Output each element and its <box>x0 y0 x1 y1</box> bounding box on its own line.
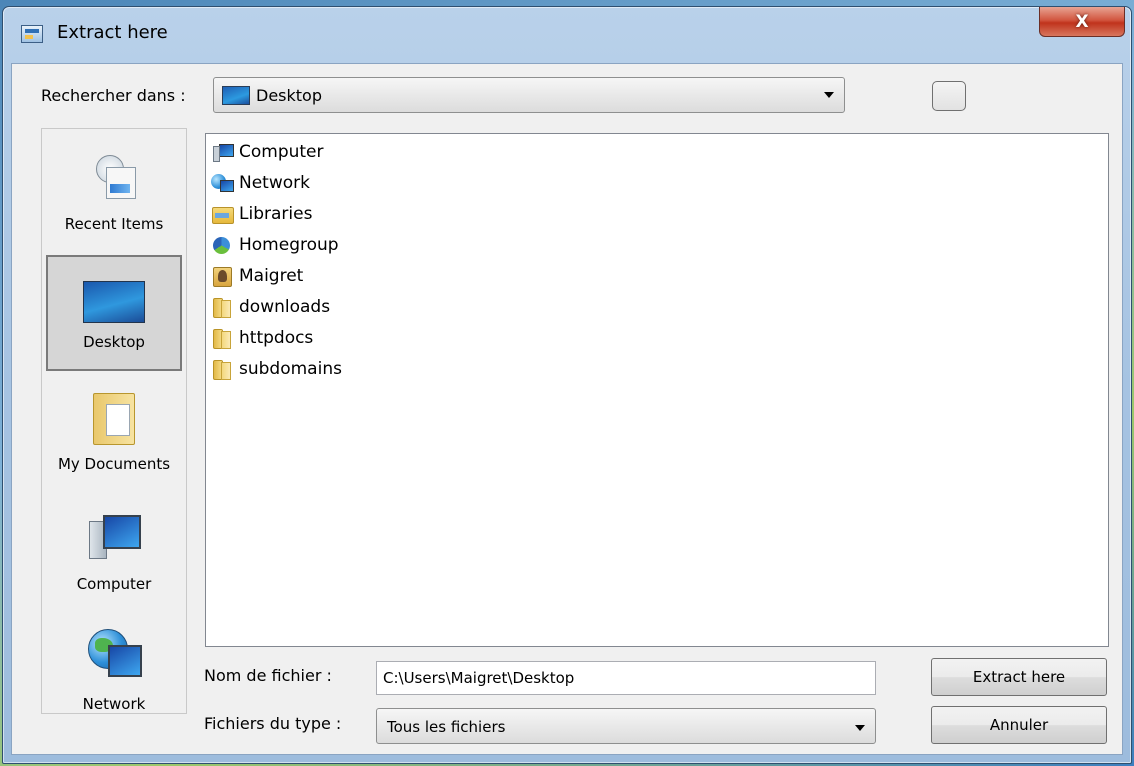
desktop-icon <box>222 86 250 105</box>
window-app-icon <box>21 25 43 43</box>
place-label: Network <box>82 695 146 713</box>
list-item[interactable]: Network <box>211 169 310 197</box>
place-label: Desktop <box>83 333 145 351</box>
file-list[interactable]: Computer Network Libraries Homegroup Mai… <box>205 133 1109 647</box>
chevron-down-icon <box>824 92 834 98</box>
file-type-value: Tous les fichiers <box>387 718 506 736</box>
window-title: Extract here <box>57 22 168 43</box>
file-name: httpdocs <box>239 328 314 348</box>
libraries-icon <box>211 204 234 224</box>
list-item[interactable]: Maigret <box>211 262 303 290</box>
file-name-label: Nom de fichier : <box>204 666 332 685</box>
folder-icon <box>211 359 233 380</box>
file-name-input[interactable] <box>376 661 876 695</box>
place-network[interactable]: Network <box>46 617 182 733</box>
place-label: Recent Items <box>64 215 164 233</box>
computer-icon <box>89 515 141 559</box>
file-type-label: Fichiers du type : <box>204 714 342 733</box>
homegroup-icon <box>211 235 233 255</box>
place-label: Computer <box>76 575 152 593</box>
chevron-down-icon <box>855 725 865 731</box>
file-name: Libraries <box>239 204 313 224</box>
place-label: My Documents <box>57 455 171 473</box>
close-button[interactable]: X <box>1039 7 1125 37</box>
file-name: subdomains <box>239 359 342 379</box>
place-my-documents[interactable]: My Documents <box>46 379 182 495</box>
recent-items-icon <box>94 155 136 199</box>
list-item[interactable]: httpdocs <box>211 324 313 352</box>
place-computer[interactable]: Computer <box>46 499 182 615</box>
look-in-dropdown[interactable]: Desktop <box>213 77 845 113</box>
file-name: downloads <box>239 297 331 317</box>
cancel-button[interactable]: Annuler <box>931 706 1107 744</box>
place-desktop[interactable]: Desktop <box>46 255 182 371</box>
file-name: Maigret <box>239 266 304 286</box>
list-item[interactable]: subdomains <box>211 355 342 383</box>
look-in-value: Desktop <box>256 86 322 105</box>
network-icon <box>88 629 142 679</box>
list-item[interactable]: downloads <box>211 293 330 321</box>
place-recent-items[interactable]: Recent Items <box>46 135 182 251</box>
user-folder-icon <box>211 266 233 287</box>
extract-here-button[interactable]: Extract here <box>931 658 1107 696</box>
file-name: Homegroup <box>239 235 339 255</box>
extract-dialog: Extract here X Rechercher dans : Desktop… <box>2 6 1132 764</box>
folder-icon <box>211 297 233 318</box>
desktop-icon <box>83 281 145 323</box>
network-icon <box>211 173 234 193</box>
look-in-label: Rechercher dans : <box>41 86 186 105</box>
list-item[interactable]: Computer <box>211 138 324 166</box>
view-mode-checkbox[interactable] <box>932 81 966 111</box>
computer-icon <box>211 142 234 162</box>
close-icon: X <box>1075 11 1089 32</box>
list-item[interactable]: Homegroup <box>211 231 339 259</box>
title-bar[interactable]: Extract here X <box>3 7 1131 63</box>
my-documents-icon <box>93 393 135 445</box>
list-item[interactable]: Libraries <box>211 200 312 228</box>
dialog-body: Rechercher dans : Desktop Recent Items D… <box>11 63 1123 755</box>
file-name: Computer <box>239 142 324 162</box>
folder-icon <box>211 328 233 349</box>
file-name: Network <box>239 173 310 193</box>
places-sidebar: Recent Items Desktop My Documents Comput… <box>41 128 187 714</box>
file-type-dropdown[interactable]: Tous les fichiers <box>376 708 876 744</box>
